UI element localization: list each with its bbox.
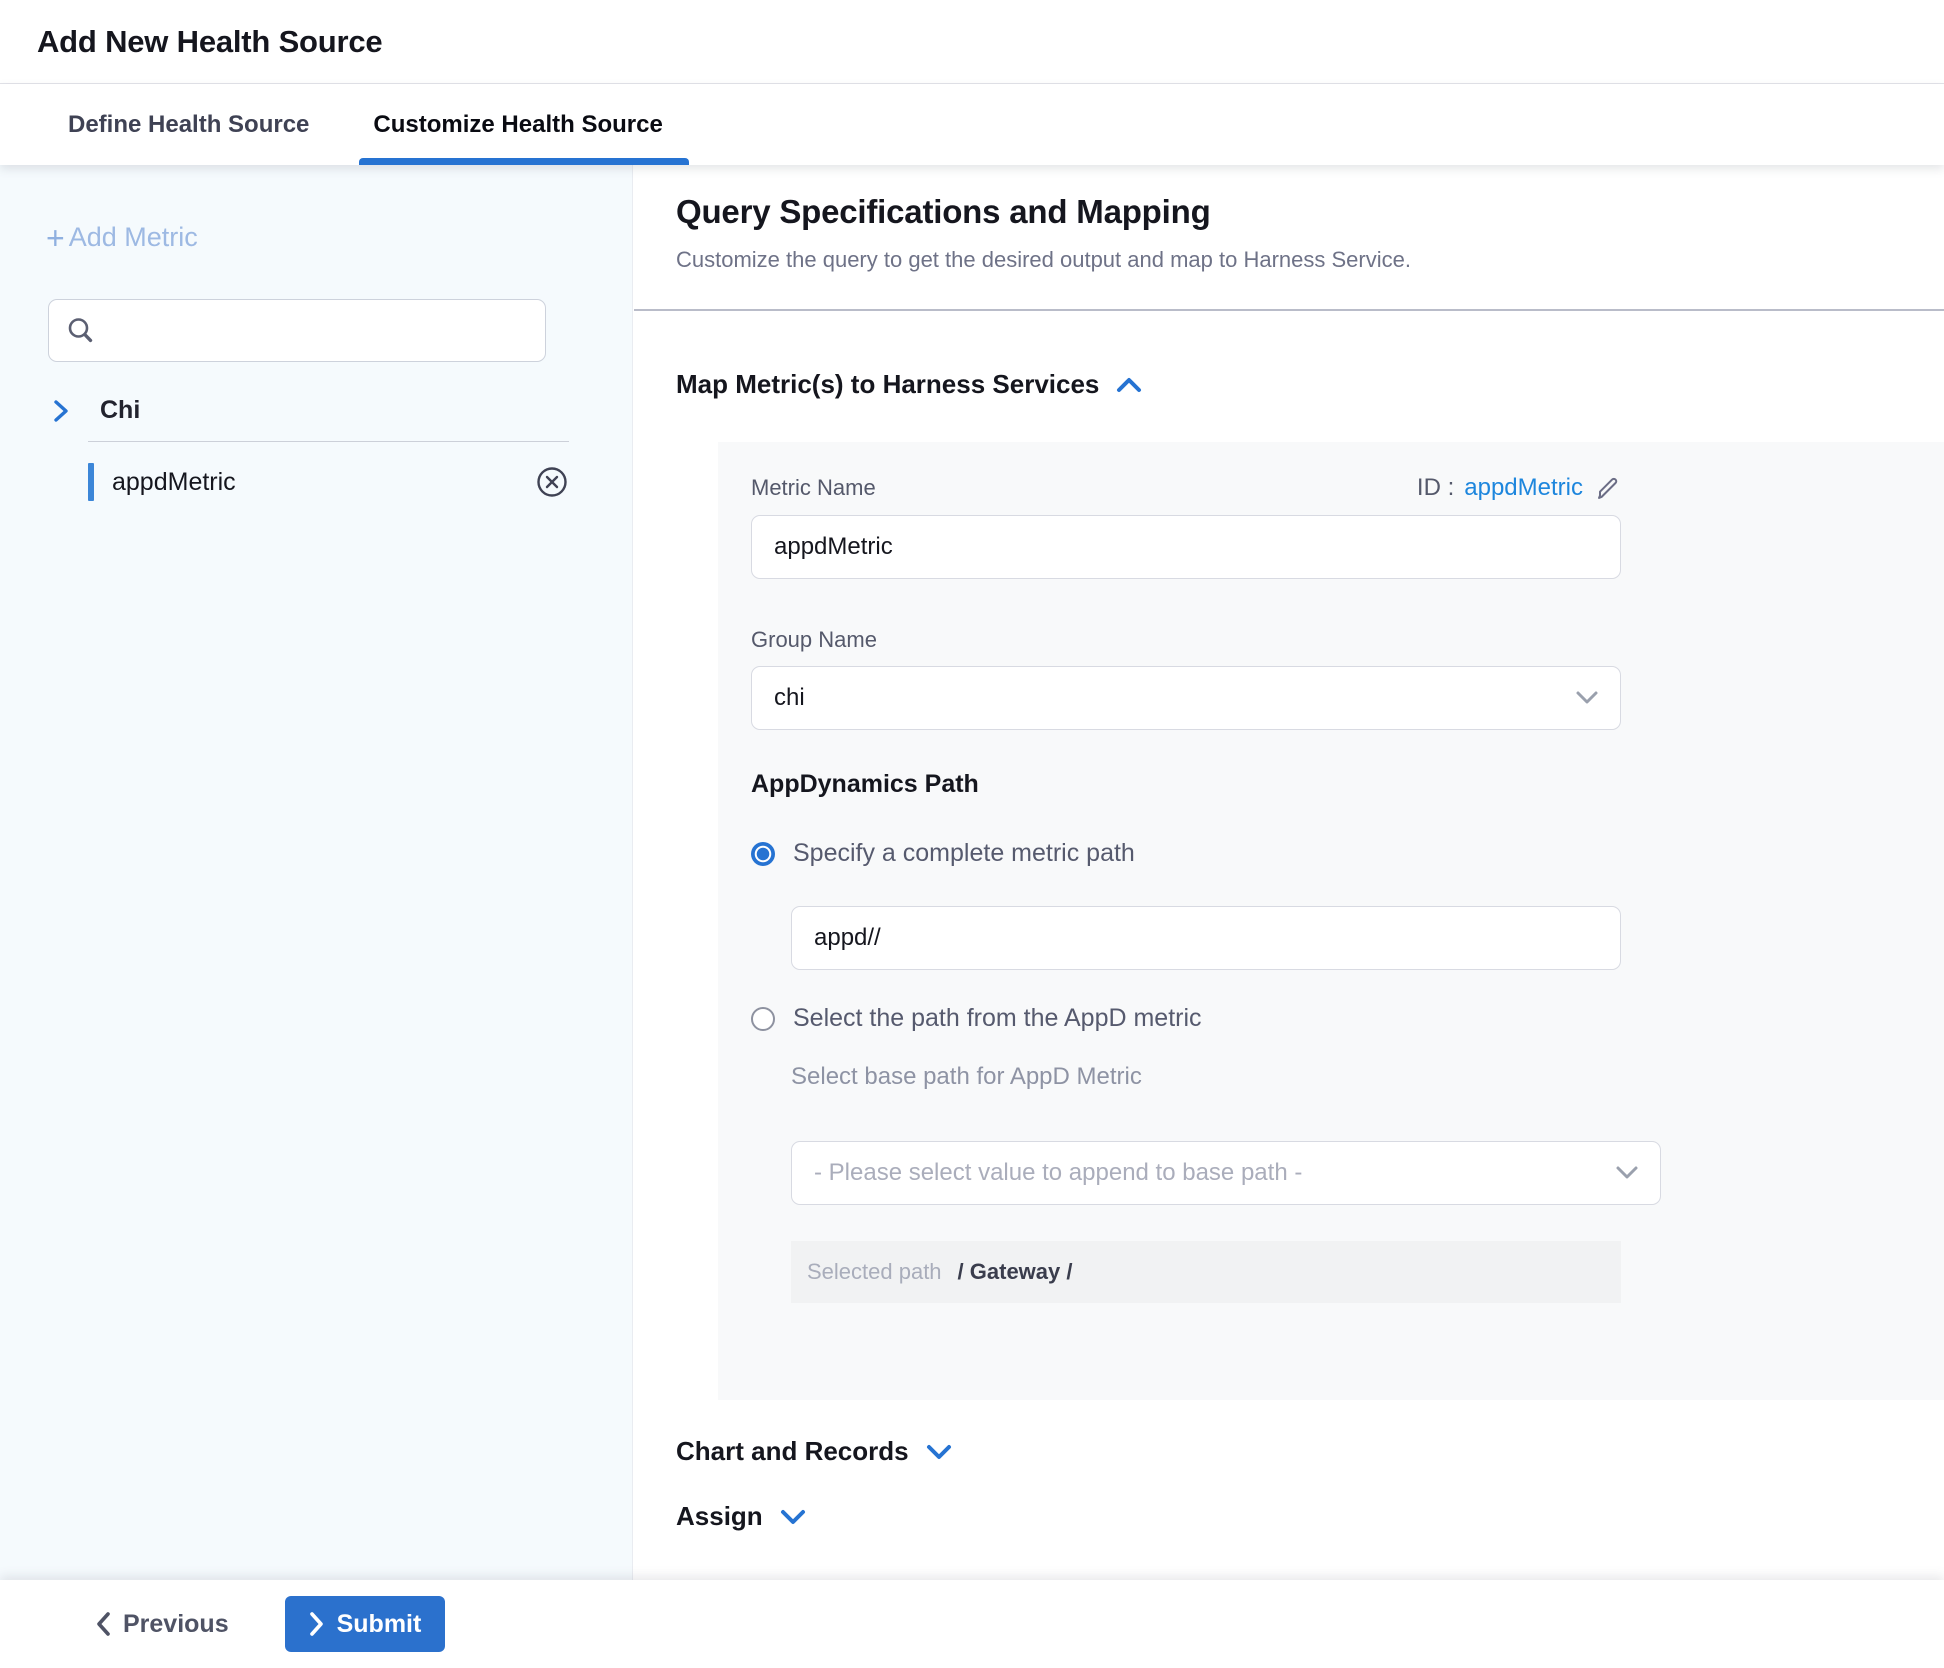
chevron-down-icon — [1574, 689, 1600, 707]
selected-path-value: / Gateway / — [958, 1259, 1073, 1285]
radio-unselected-icon[interactable] — [751, 1007, 775, 1031]
radio-select-path-from-appd[interactable]: Select the path from the AppD metric — [751, 1004, 1944, 1033]
map-metrics-header: Map Metric(s) to Harness Services — [676, 369, 1099, 400]
modal-header: Add New Health Source — [0, 0, 1944, 84]
content-area: + Add Metric Chi appdMetric — [0, 165, 1944, 1580]
chevron-down-icon[interactable] — [779, 1508, 807, 1526]
edit-id-button[interactable] — [1593, 474, 1621, 502]
complete-metric-path-input[interactable] — [791, 906, 1621, 970]
submit-button[interactable]: Submit — [285, 1596, 446, 1652]
chevron-right-icon[interactable] — [52, 398, 70, 424]
selected-path-row: Selected path / Gateway / — [791, 1241, 1621, 1303]
add-metric-label: Add Metric — [69, 222, 198, 253]
chevron-up-icon[interactable] — [1115, 376, 1143, 394]
assign-header: Assign — [676, 1501, 763, 1532]
metric-name-input[interactable] — [751, 515, 1621, 579]
add-metric-button[interactable]: + Add Metric — [46, 222, 632, 253]
chevron-right-icon — [309, 1611, 325, 1637]
chart-and-records-header: Chart and Records — [676, 1436, 909, 1467]
selected-indicator-bar — [88, 463, 94, 501]
assign-section-toggle[interactable]: Assign — [676, 1501, 1944, 1532]
base-path-placeholder: - Please select value to append to base … — [814, 1159, 1302, 1187]
search-icon — [65, 315, 97, 347]
base-path-label: Select base path for AppD Metric — [791, 1063, 1944, 1091]
id-value-link[interactable]: appdMetric — [1464, 474, 1583, 502]
selected-path-label: Selected path — [807, 1259, 942, 1285]
section-divider — [634, 309, 1944, 311]
id-prefix-label: ID : — [1417, 474, 1454, 502]
group-name-label: Group Name — [751, 627, 1944, 653]
sidebar-item-appdmetric[interactable]: appdMetric — [88, 456, 569, 508]
metric-name-label: Metric Name — [751, 475, 876, 501]
tab-label: Define Health Source — [68, 111, 309, 139]
submit-label: Submit — [337, 1610, 422, 1639]
sidebar-divider — [88, 441, 569, 442]
group-name-value: chi — [774, 684, 805, 712]
radio-complete-path-label: Specify a complete metric path — [793, 839, 1135, 868]
previous-label: Previous — [123, 1610, 229, 1639]
appdynamics-path-header: AppDynamics Path — [751, 770, 1944, 799]
group-name-select[interactable]: chi — [751, 666, 1621, 730]
section-subtitle: Customize the query to get the desired o… — [676, 247, 1944, 273]
search-input[interactable] — [105, 318, 525, 344]
metric-item-label: appdMetric — [112, 468, 535, 497]
circle-cross-icon — [535, 465, 569, 499]
tab-label: Customize Health Source — [373, 111, 662, 139]
delete-metric-button[interactable] — [535, 465, 569, 499]
pencil-icon — [1593, 474, 1621, 502]
radio-complete-metric-path[interactable]: Specify a complete metric path — [751, 839, 1944, 868]
metrics-sidebar: + Add Metric Chi appdMetric — [0, 165, 633, 1580]
map-metrics-section-toggle[interactable]: Map Metric(s) to Harness Services — [676, 369, 1944, 400]
wizard-footer: Previous Submit — [0, 1580, 1944, 1668]
chevron-down-icon[interactable] — [925, 1443, 953, 1461]
chart-and-records-section-toggle[interactable]: Chart and Records — [676, 1436, 1944, 1467]
radio-select-path-label: Select the path from the AppD metric — [793, 1004, 1202, 1033]
sidebar-group-chi[interactable]: Chi — [52, 396, 632, 425]
radio-selected-icon[interactable] — [751, 842, 775, 866]
tab-customize-health-source[interactable]: Customize Health Source — [367, 84, 668, 165]
group-item-label: Chi — [100, 396, 140, 425]
metric-mapping-form: Metric Name ID : appdMetric Group Name c… — [718, 442, 1944, 1400]
query-specifications-panel: Query Specifications and Mapping Customi… — [634, 165, 1944, 1580]
section-title: Query Specifications and Mapping — [676, 193, 1944, 231]
metric-id-block: ID : appdMetric — [1417, 474, 1621, 502]
previous-button[interactable]: Previous — [95, 1610, 229, 1639]
health-source-tabbar: Define Health Source Customize Health So… — [0, 84, 1944, 165]
metric-search-box — [48, 299, 546, 362]
tab-define-health-source[interactable]: Define Health Source — [62, 84, 315, 165]
base-path-select[interactable]: - Please select value to append to base … — [791, 1141, 1661, 1205]
metric-name-label-row: Metric Name ID : appdMetric — [751, 474, 1621, 502]
chevron-down-icon — [1614, 1164, 1640, 1182]
chevron-left-icon — [95, 1611, 111, 1637]
plus-icon: + — [46, 225, 65, 251]
page-title: Add New Health Source — [37, 24, 382, 60]
